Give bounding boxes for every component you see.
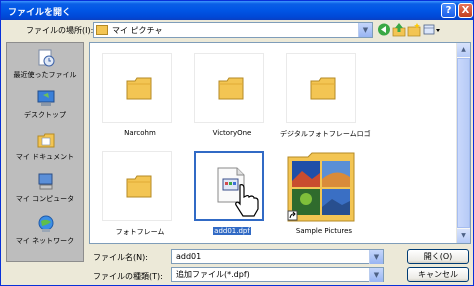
item-label: デジタルフォトフレームロゴ bbox=[280, 130, 371, 138]
vertical-scrollbar[interactable]: ▲ ▼ bbox=[456, 43, 470, 243]
picture-folder-icon bbox=[287, 152, 355, 222]
my-documents-icon bbox=[37, 133, 55, 148]
file-list[interactable]: Narcohm VictoryOne デジタルフォトフレームロゴ フォトフレーム bbox=[89, 42, 471, 244]
my-pictures-icon bbox=[96, 25, 108, 35]
item-thumbnail bbox=[102, 53, 172, 123]
item-label: add01.dpf bbox=[213, 227, 251, 235]
filename-label: ファイル名(N): bbox=[93, 253, 148, 262]
cancel-button[interactable]: キャンセル bbox=[407, 267, 469, 282]
item-label: VictoryOne bbox=[212, 129, 252, 137]
open-button[interactable]: 開く(O) bbox=[407, 249, 469, 264]
folder-icon bbox=[310, 77, 336, 100]
scroll-down-arrow-icon[interactable]: ▼ bbox=[457, 229, 470, 243]
filename-input[interactable]: add01 ▼ bbox=[171, 249, 384, 264]
place-my-computer[interactable]: マイ コンピュータ bbox=[7, 171, 83, 207]
window-title: ファイルを開く bbox=[8, 8, 72, 18]
chevron-down-icon[interactable]: ▼ bbox=[358, 23, 372, 37]
back-button[interactable] bbox=[377, 22, 391, 37]
open-file-dialog: ファイルを開く ? X ファイルの場所(I): マイ ピクチャ ▼ 最近使ったフ… bbox=[0, 0, 474, 286]
places-bar: 最近使ったファイル デスクトップ マイ ドキュメント マイ コンピュータ マイ … bbox=[6, 42, 84, 262]
look-in-label: ファイルの場所(I): bbox=[26, 26, 94, 35]
place-desktop[interactable]: デスクトップ bbox=[7, 87, 83, 123]
place-label-recent: 最近使ったファイル bbox=[13, 71, 77, 79]
file-item-narcohm[interactable]: Narcohm bbox=[96, 49, 184, 144]
new-folder-button[interactable] bbox=[407, 22, 421, 37]
title-bar[interactable]: ファイルを開く ? X bbox=[1, 1, 473, 20]
view-menu-button[interactable] bbox=[423, 22, 441, 37]
item-label: フォトフレーム bbox=[115, 228, 165, 236]
place-my-documents[interactable]: マイ ドキュメント bbox=[7, 129, 83, 165]
place-label-desktop: デスクトップ bbox=[24, 111, 66, 119]
file-item-victoryone[interactable]: VictoryOne bbox=[188, 49, 276, 144]
filename-value: add01 bbox=[176, 252, 202, 261]
recent-documents-icon bbox=[38, 49, 55, 67]
up-folder-button[interactable] bbox=[392, 22, 406, 37]
folder-icon bbox=[218, 77, 244, 100]
my-computer-icon bbox=[38, 173, 53, 190]
file-item-digital-photoframe-logo[interactable]: デジタルフォトフレームロゴ bbox=[280, 49, 371, 144]
item-label: Sample Pictures bbox=[295, 227, 353, 235]
chevron-down-icon[interactable]: ▼ bbox=[369, 268, 383, 282]
item-label: Narcohm bbox=[124, 129, 156, 137]
item-thumbnail bbox=[102, 151, 172, 221]
item-thumbnail bbox=[194, 151, 264, 221]
place-recent[interactable]: 最近使ったファイル bbox=[7, 47, 83, 83]
filetype-value: 追加ファイル(*.dpf) bbox=[176, 270, 250, 279]
item-thumbnail bbox=[194, 53, 264, 123]
file-item-photoframe[interactable]: フォトフレーム bbox=[96, 147, 184, 242]
desktop-icon bbox=[37, 90, 55, 106]
look-in-dropdown[interactable]: マイ ピクチャ ▼ bbox=[93, 22, 373, 38]
filetype-label: ファイルの種類(T): bbox=[93, 272, 163, 281]
item-thumbnail bbox=[286, 151, 356, 222]
my-network-icon bbox=[38, 215, 54, 232]
help-button[interactable]: ? bbox=[441, 3, 456, 18]
scroll-thumb[interactable] bbox=[457, 58, 470, 228]
place-label-my-documents: マイ ドキュメント bbox=[15, 153, 75, 161]
folder-icon bbox=[126, 175, 152, 198]
close-button[interactable]: X bbox=[458, 3, 473, 18]
place-label-my-computer: マイ コンピュータ bbox=[15, 195, 75, 203]
folder-icon bbox=[126, 77, 152, 100]
filetype-dropdown[interactable]: 追加ファイル(*.dpf) ▼ bbox=[171, 267, 384, 282]
file-item-sample-pictures[interactable]: Sample Pictures bbox=[280, 147, 368, 242]
item-thumbnail bbox=[286, 53, 356, 123]
place-label-my-network: マイ ネットワーク bbox=[15, 237, 75, 245]
chevron-down-icon[interactable]: ▼ bbox=[369, 250, 383, 264]
mouse-pointer-icon bbox=[235, 184, 259, 217]
place-my-network[interactable]: マイ ネットワーク bbox=[7, 213, 83, 249]
file-item-add01-dpf[interactable]: add01.dpf bbox=[188, 147, 276, 242]
look-in-value: マイ ピクチャ bbox=[112, 26, 163, 35]
scroll-up-arrow-icon[interactable]: ▲ bbox=[457, 43, 470, 57]
